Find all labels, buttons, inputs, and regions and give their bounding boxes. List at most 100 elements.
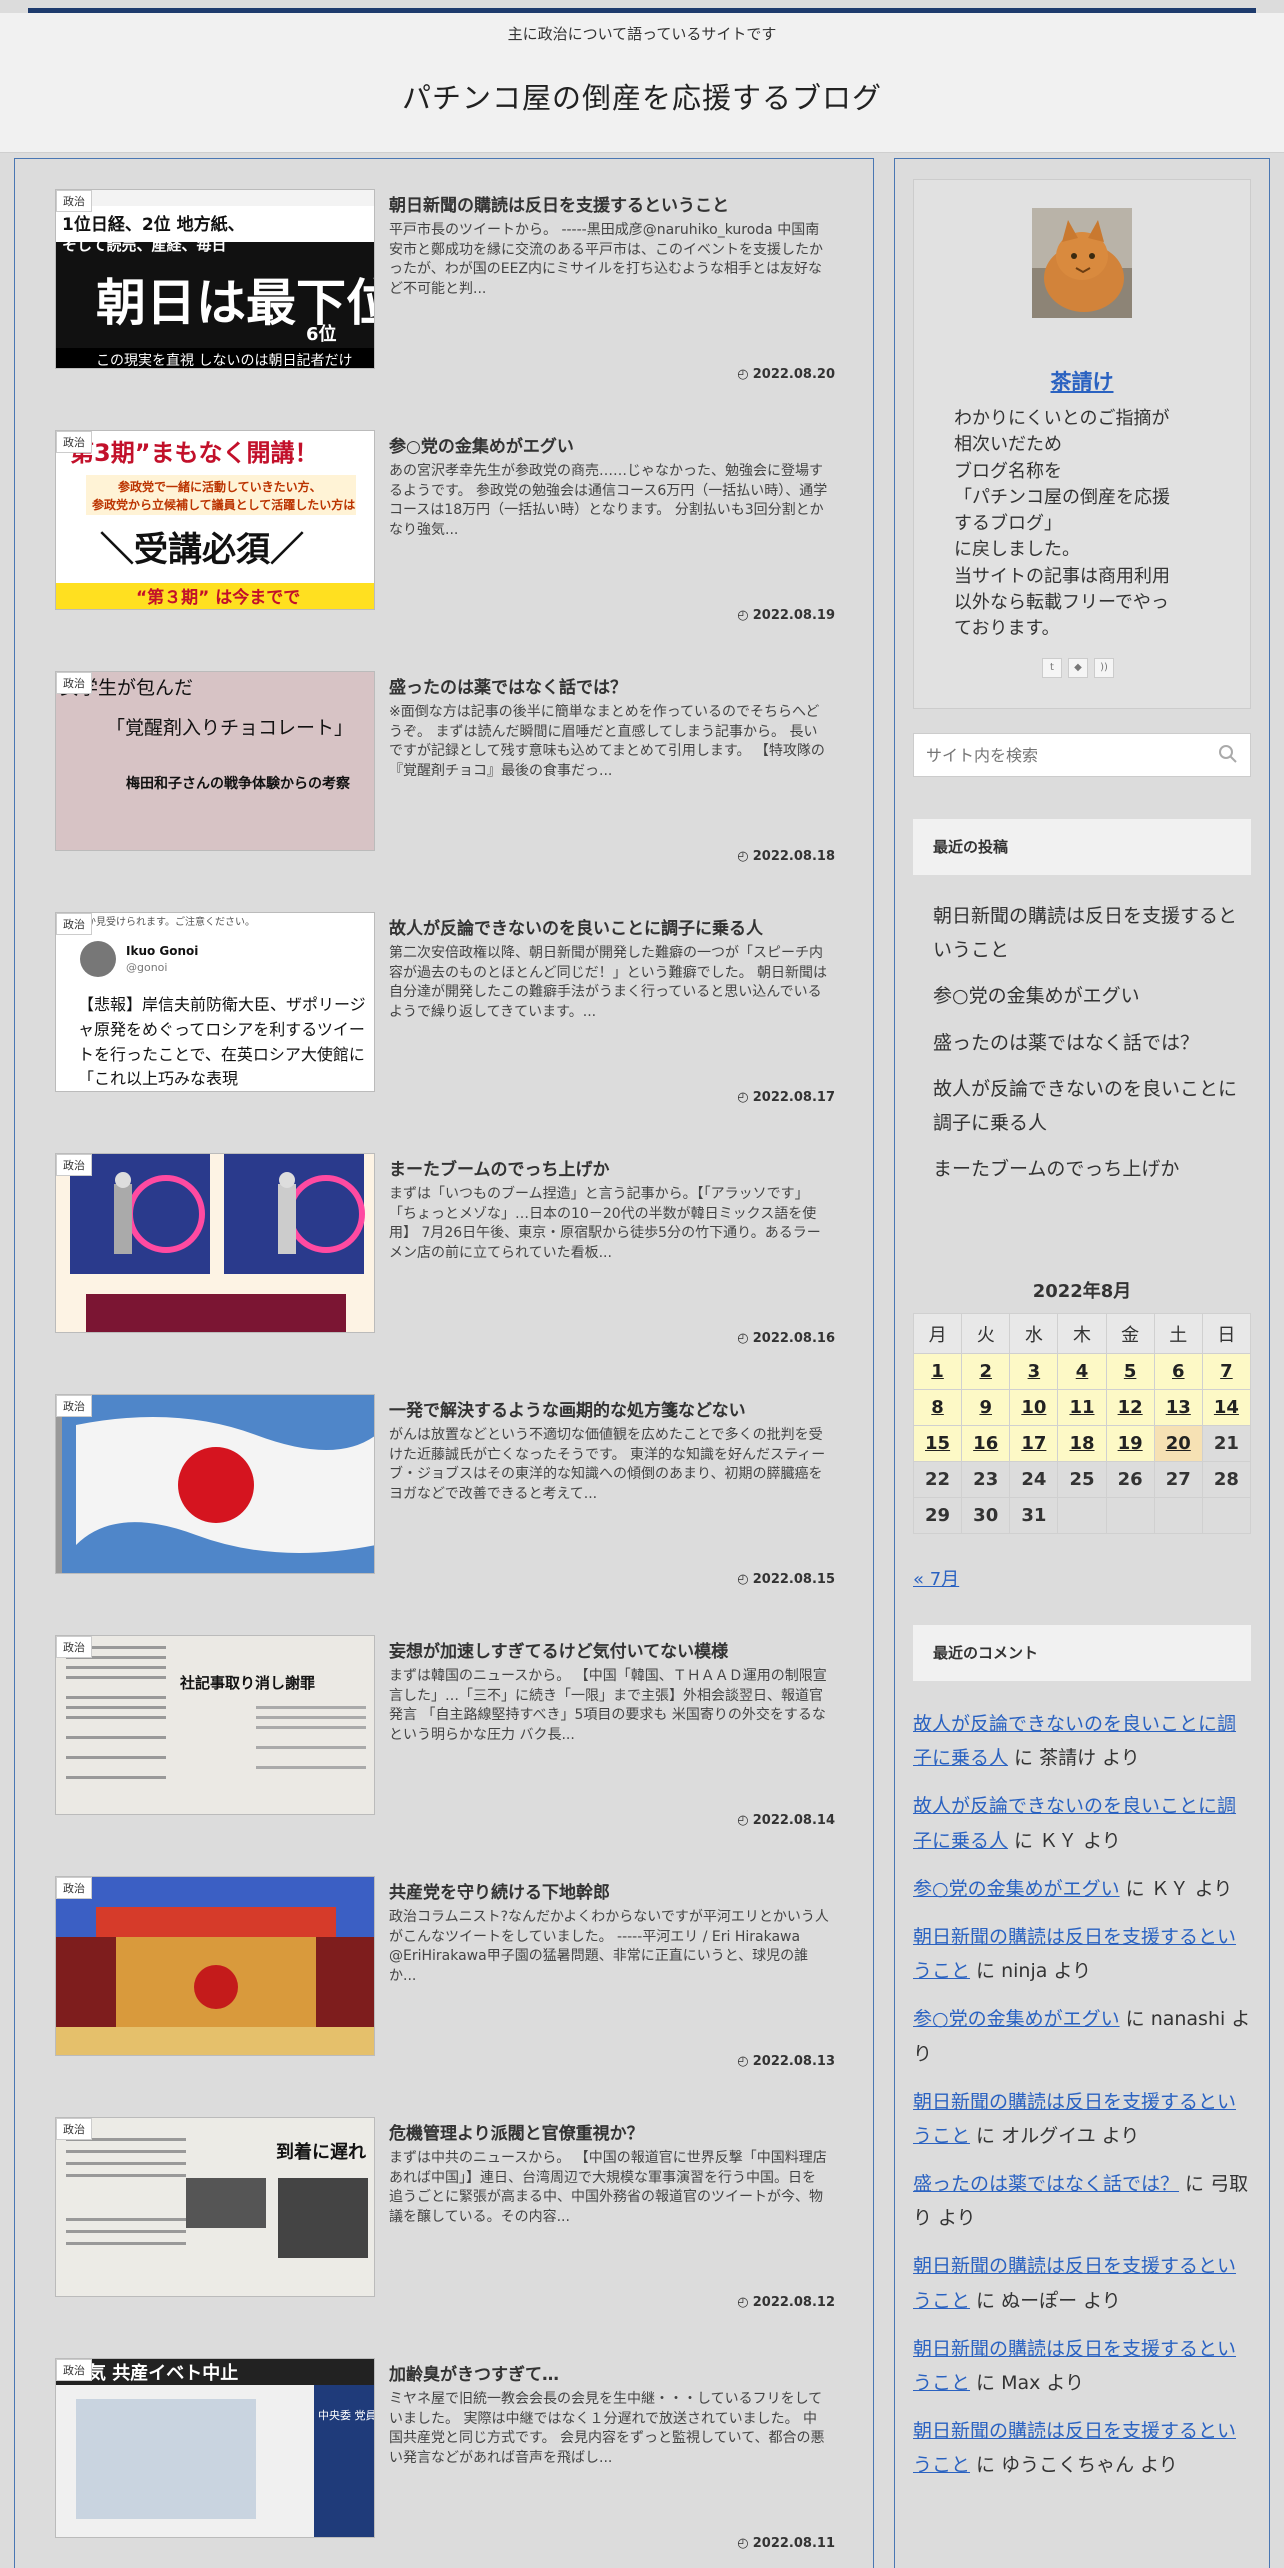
recent-comment: 朝日新聞の購読は反日を支援するということ に オルグイユ より — [913, 2085, 1251, 2153]
calendar-day-number[interactable]: 3 — [1028, 1361, 1041, 1382]
entry-title[interactable]: 盛ったのは薬ではなく話では？ — [389, 673, 829, 698]
search-input[interactable] — [914, 734, 1204, 776]
calendar-day-number[interactable]: 11 — [1069, 1397, 1094, 1418]
calendar-prev-month-link[interactable]: « 7月 — [913, 1565, 959, 1591]
calendar-day[interactable]: 8 — [912, 1389, 963, 1426]
recent-comment: 参○党の金集めがエグい に ＫＹ より — [913, 1872, 1251, 1906]
profile-description: わかりにくいとのご指摘が 相次いだため ブログ名称を 「パチンコ屋の倒産を応援 … — [954, 408, 1170, 640]
calendar-day[interactable]: 4 — [1057, 1353, 1107, 1390]
calendar-day-number[interactable]: 15 — [925, 1433, 950, 1454]
comment-suffix: より — [1096, 1747, 1140, 1770]
calendar-day-number[interactable]: 16 — [973, 1433, 998, 1454]
calendar-day-number[interactable]: 9 — [979, 1397, 992, 1418]
category-label: 政治 — [56, 672, 92, 694]
calendar-day[interactable]: 14 — [1201, 1389, 1252, 1426]
calendar-day-number[interactable]: 14 — [1214, 1397, 1239, 1418]
entry-card[interactable]: 政治 まーたブームのでっち上げか まずは「いつものブーム捏造」と言う記事から。【… — [55, 1153, 835, 1346]
calendar-day[interactable]: 15 — [912, 1425, 963, 1462]
entry-title[interactable]: 参○党の金集めがエグい — [389, 432, 829, 457]
recent-comment: 朝日新聞の購読は反日を支援するということ に ぬーぽー より — [913, 2249, 1251, 2317]
feedly-icon[interactable]: ◆ — [1068, 658, 1088, 678]
calendar-day-number[interactable]: 20 — [1166, 1433, 1191, 1454]
calendar-day-number[interactable]: 2 — [979, 1361, 992, 1382]
entry-thumbnail[interactable]: 政治 — [55, 1153, 375, 1333]
entry-title[interactable]: 加齢臭がきつすぎて… — [389, 2360, 829, 2385]
calendar-day[interactable]: 1 — [912, 1353, 963, 1390]
calendar-day-number[interactable]: 12 — [1118, 1397, 1143, 1418]
recent-post-link[interactable]: 盛ったのは薬ではなく話では？ — [933, 1026, 1243, 1060]
calendar-day-number[interactable]: 10 — [1021, 1397, 1046, 1418]
entry-title[interactable]: 朝日新聞の購読は反日を支援するということ — [389, 191, 829, 216]
entry-card[interactable]: 政治 社記事取り消し謝罪 妄想が加速しすぎてるけど気付いてない模様 まずは韓国の… — [55, 1635, 835, 1828]
recent-post-link[interactable]: 朝日新聞の購読は反日を支援するということ — [933, 899, 1243, 967]
calendar-day[interactable]: 18 — [1057, 1425, 1107, 1462]
recent-post-link[interactable]: 故人が反論できないのを良いことに調子に乗る人 — [933, 1072, 1243, 1140]
comment-post-link[interactable]: 盛ったのは薬ではなく話では？ — [913, 2173, 1179, 2195]
calendar-day-number[interactable]: 1 — [931, 1361, 944, 1382]
calendar-day[interactable]: 19 — [1105, 1425, 1155, 1462]
recent-post-link[interactable]: 参○党の金集めがエグい — [933, 979, 1243, 1013]
thumb-text: 参政党から立候補して議員として活躍したい方は — [92, 497, 355, 512]
entry-thumbnail[interactable]: 政治 到着に遅れ — [55, 2117, 375, 2297]
profile-name-link[interactable]: 茶請け — [914, 366, 1250, 396]
calendar-weekday: 火 — [961, 1313, 1011, 1354]
calendar-day-number[interactable]: 19 — [1118, 1433, 1143, 1454]
calendar-day-number[interactable]: 18 — [1069, 1433, 1094, 1454]
calendar-day[interactable]: 20 — [1153, 1425, 1203, 1462]
entry-thumbnail[interactable]: 政治 第3期”まもなく開講！ 参政党で一緒に活動していきたい方、 参政党から立候… — [55, 430, 375, 610]
entry-card[interactable]: 政治 女学生が包んだ 「覚醒剤入りチョコレート」 梅田和子さんの戦争体験からの考… — [55, 671, 835, 864]
search-icon[interactable] — [1218, 744, 1238, 764]
entry-card[interactable]: 政治 到着に遅れ 危機管理より派閥と官僚重視か？ まずは中共のニュースから。 【… — [55, 2117, 835, 2310]
entry-card[interactable]: 政治 第3期”まもなく開講！ 参政党で一緒に活動していきたい方、 参政党から立候… — [55, 430, 835, 623]
category-label: 政治 — [56, 431, 92, 453]
calendar-day[interactable]: 3 — [1009, 1353, 1059, 1390]
calendar-day[interactable]: 5 — [1105, 1353, 1155, 1390]
site-title[interactable]: パチンコ屋の倒産を応援するブログ — [0, 75, 1284, 117]
entry-card[interactable]: 政治 か見受けられます。ご注意ください。 Ikuo Gonoi @gonoi 【… — [55, 912, 835, 1105]
entry-thumbnail[interactable]: 政治 1位日経、2位 地方紙、 そして読売、産経、毎日 朝日は最下位! 6位 こ… — [55, 189, 375, 369]
rss-icon[interactable]: )) — [1094, 658, 1114, 678]
entry-thumbnail[interactable]: 政治 人気 共産イベト中止 中央委 党員32万人 — [55, 2358, 375, 2538]
calendar-day-number[interactable]: 8 — [931, 1397, 944, 1418]
entry-thumbnail[interactable]: 政治 女学生が包んだ 「覚醒剤入りチョコレート」 梅田和子さんの戦争体験からの考… — [55, 671, 375, 851]
calendar-day-number[interactable]: 7 — [1220, 1361, 1233, 1382]
recent-post-link[interactable]: まーたブームのでっち上げか — [933, 1152, 1243, 1186]
entry-card[interactable]: 政治 共産党を守り続ける下地幹郎 政治コラムニスト?なんだかよくわからないですが… — [55, 1876, 835, 2069]
entry-title[interactable]: 共産党を守り続ける下地幹郎 — [389, 1878, 829, 1903]
recent-comments-heading: 最近のコメント — [913, 1625, 1251, 1681]
calendar-day: 25 — [1057, 1461, 1107, 1498]
calendar-day[interactable]: 11 — [1057, 1389, 1107, 1426]
entry-title[interactable]: 一発で解決するような画期的な処方箋などない — [389, 1396, 829, 1421]
entry-card[interactable]: 政治 人気 共産イベト中止 中央委 党員32万人 加齢臭がきつすぎて… ミヤネ屋… — [55, 2358, 835, 2551]
calendar-day[interactable]: 12 — [1105, 1389, 1155, 1426]
calendar-day-number[interactable]: 4 — [1076, 1361, 1089, 1382]
entry-thumbnail[interactable]: 政治 — [55, 1394, 375, 1574]
comment-post-link[interactable]: 参○党の金集めがエグい — [913, 2008, 1120, 2030]
entry-title[interactable]: まーたブームのでっち上げか — [389, 1155, 829, 1180]
calendar-day[interactable]: 13 — [1153, 1389, 1203, 1426]
entry-title[interactable]: 妄想が加速しすぎてるけど気付いてない模様 — [389, 1637, 829, 1662]
calendar-day[interactable]: 2 — [961, 1353, 1011, 1390]
category-label: 政治 — [56, 2118, 92, 2140]
calendar-day-number[interactable]: 13 — [1166, 1397, 1191, 1418]
calendar-day-number[interactable]: 6 — [1172, 1361, 1185, 1382]
entry-thumbnail[interactable]: 政治 か見受けられます。ご注意ください。 Ikuo Gonoi @gonoi 【… — [55, 912, 375, 1092]
entry-title[interactable]: 故人が反論できないのを良いことに調子に乗る人 — [389, 914, 829, 939]
comment-post-link[interactable]: 参○党の金集めがエグい — [913, 1878, 1120, 1900]
comment-connector: に — [970, 2289, 1002, 2312]
calendar-day-number[interactable]: 5 — [1124, 1361, 1137, 1382]
entry-thumbnail[interactable]: 政治 — [55, 1876, 375, 2056]
calendar-day[interactable]: 9 — [961, 1389, 1011, 1426]
calendar-day[interactable]: 16 — [961, 1425, 1011, 1462]
calendar-day[interactable]: 10 — [1009, 1389, 1059, 1426]
comment-author: ぬーぽー — [1001, 2289, 1078, 2312]
calendar-day[interactable]: 17 — [1009, 1425, 1059, 1462]
calendar-day[interactable]: 7 — [1201, 1353, 1252, 1390]
entry-card[interactable]: 政治 1位日経、2位 地方紙、 そして読売、産経、毎日 朝日は最下位! 6位 こ… — [55, 189, 835, 382]
entry-thumbnail[interactable]: 政治 社記事取り消し謝罪 — [55, 1635, 375, 1815]
entry-title[interactable]: 危機管理より派閥と官僚重視か？ — [389, 2119, 829, 2144]
entry-card[interactable]: 政治 一発で解決するような画期的な処方箋などない がんは放置などという不適切な価… — [55, 1394, 835, 1587]
calendar-day[interactable]: 6 — [1153, 1353, 1203, 1390]
twitter-icon[interactable]: t — [1042, 658, 1062, 678]
calendar-day-number[interactable]: 17 — [1021, 1433, 1046, 1454]
